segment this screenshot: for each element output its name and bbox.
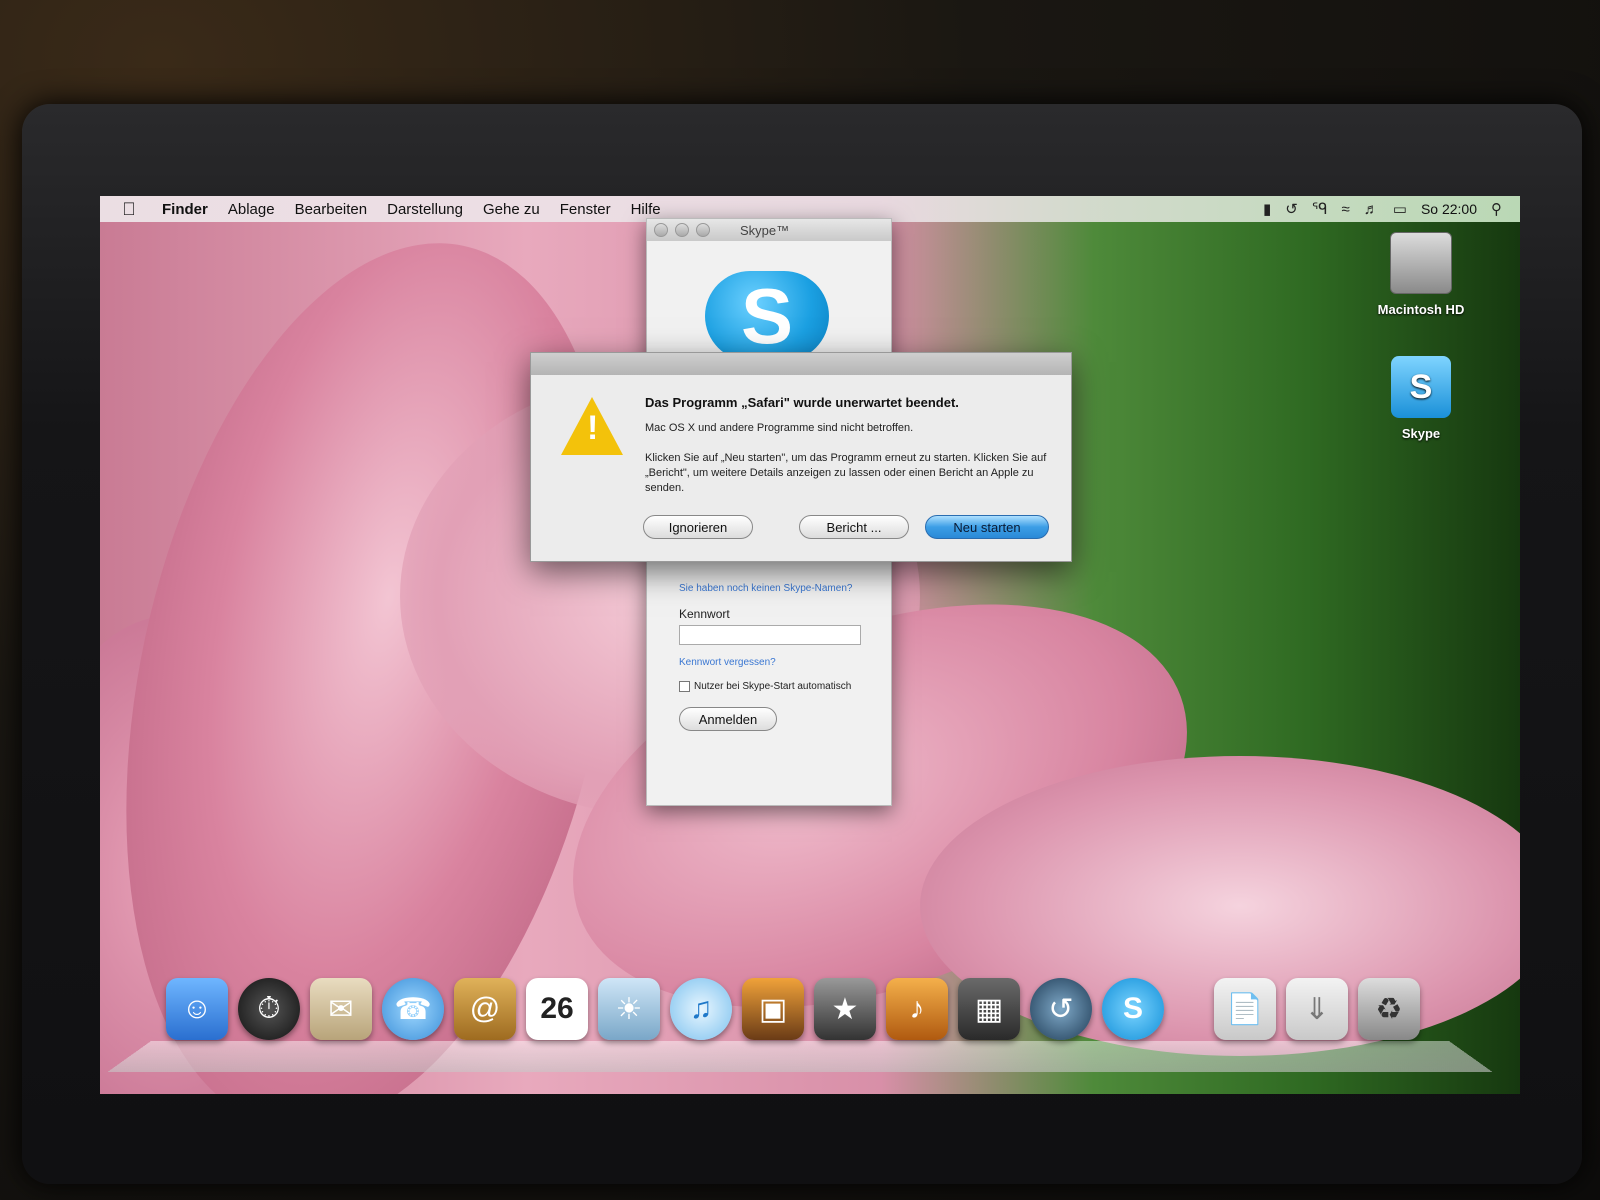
menu-hilfe[interactable]: Hilfe [621,201,671,218]
auto-login-label: Nutzer bei Skype-Start automatisch [694,681,851,692]
menu-bearbeiten[interactable]: Bearbeiten [285,201,378,218]
ichat-icon[interactable]: ☎ [382,978,444,1040]
mail-icon[interactable]: ✉ [310,978,372,1040]
menu-finder[interactable]: Finder [152,201,218,218]
alert-instructions: Klicken Sie auf „Neu starten", um das Pr… [645,451,1055,496]
apple-icon[interactable]:  [118,198,140,220]
photo-booth-icon[interactable]: ▣ [742,978,804,1040]
trash-icon[interactable]: ♻ [1358,978,1420,1040]
itunes-icon[interactable]: ♫ [670,978,732,1040]
desktop-icon-label: Skype [1402,426,1440,441]
imovie-icon[interactable]: ★ [814,978,876,1040]
ignore-button[interactable]: Ignorieren [643,515,753,539]
alert-title: Das Programm „Safari" wurde unerwartet b… [645,395,959,410]
password-field[interactable] [679,625,861,645]
menu-clock[interactable]: So 22:00 [1421,201,1477,217]
zoom-icon[interactable] [696,223,710,237]
dock-shelf [108,1041,1492,1072]
alert-titlebar [531,353,1071,375]
auto-login-checkbox[interactable]: Nutzer bei Skype-Start automatisch [679,681,851,692]
close-icon[interactable] [654,223,668,237]
skype-disk-icon: S [1391,356,1451,418]
spotlight-icon[interactable]: ⚲ [1491,200,1502,218]
documents-icon[interactable]: 📄 [1214,978,1276,1040]
no-skype-name-link[interactable]: Sie haben noch keinen Skype-Namen? [679,583,852,594]
menu-ablage[interactable]: Ablage [218,201,285,218]
warning-exclamation-icon: ! [587,409,597,448]
login-button[interactable]: Anmelden [679,707,777,731]
forgot-password-link[interactable]: Kennwort vergessen? [679,657,776,668]
alert-message: Mac OS X und andere Programme sind nicht… [645,421,1055,436]
skype-window-title: Skype™ [740,223,789,238]
minimize-icon[interactable] [675,223,689,237]
desktop-icon-macintosh-hd[interactable]: Macintosh HD [1366,232,1476,317]
spaces-icon[interactable]: ▦ [958,978,1020,1040]
wifi-icon[interactable]: ≈ [1342,201,1350,218]
dock: ☺ ⏱ ✉ ☎ @ 26 ☀ ♫ ▣ ★ ♪ ▦ ↺ S 📄 ⇓ ♻ [166,978,1420,1040]
report-button[interactable]: Bericht ... [799,515,909,539]
finder-icon[interactable]: ☺ [166,978,228,1040]
skype-icon[interactable]: S [1102,978,1164,1040]
hard-drive-icon [1390,232,1452,294]
menu-fenster[interactable]: Fenster [550,201,621,218]
dashboard-icon[interactable]: ⏱ [238,978,300,1040]
skype-logo-icon: S [705,271,829,361]
extras-icon[interactable]: ▮ [1263,200,1271,218]
restart-button[interactable]: Neu starten [925,515,1049,539]
iphoto-icon[interactable]: ☀ [598,978,660,1040]
menu-extras: ▮ ↺ ᙯ ≈ ♬ ▭ So 22:00 ⚲ [1263,200,1520,218]
ical-icon[interactable]: 26 [526,978,588,1040]
time-machine-icon[interactable]: ↺ [1285,200,1298,218]
downloads-icon[interactable]: ⇓ [1286,978,1348,1040]
bluetooth-icon[interactable]: ᙯ [1312,200,1328,218]
desktop-icon-skype[interactable]: S Skype [1366,356,1476,441]
menu-darstellung[interactable]: Darstellung [377,201,473,218]
garageband-icon[interactable]: ♪ [886,978,948,1040]
calendar-day: 26 [540,992,573,1026]
crash-alert-dialog: ! Das Programm „Safari" wurde unerwartet… [530,352,1072,562]
menu-gehe-zu[interactable]: Gehe zu [473,201,550,218]
password-label: Kennwort [679,607,730,621]
screen:  Finder Ablage Bearbeiten Darstellung G… [100,196,1520,1094]
address-book-icon[interactable]: @ [454,978,516,1040]
battery-icon[interactable]: ▭ [1393,200,1407,218]
time-machine-icon[interactable]: ↺ [1030,978,1092,1040]
skype-titlebar: Skype™ [647,219,891,241]
checkbox-icon[interactable] [679,681,690,692]
volume-icon[interactable]: ♬ [1364,201,1379,218]
desktop-icon-label: Macintosh HD [1378,302,1465,317]
